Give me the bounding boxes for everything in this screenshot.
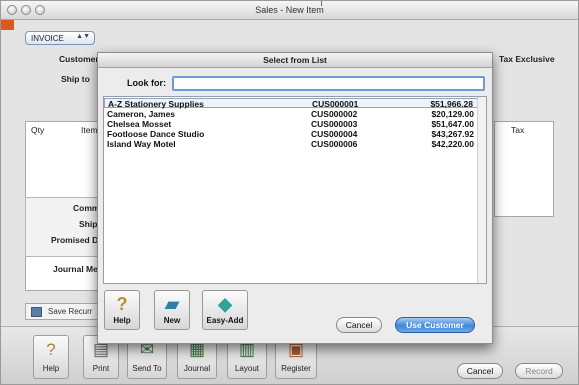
customer-label: Customer (59, 54, 99, 64)
list-item[interactable]: Island Way Motel CUS000006 $42,220.00 (104, 139, 486, 149)
customer-id: CUS000001 (312, 99, 359, 109)
help-button[interactable]: ? Help (33, 335, 69, 379)
easy-add-label: Easy-Add (206, 316, 244, 325)
use-customer-button[interactable]: Use Customer (395, 317, 475, 333)
dialog-title: Select from List (98, 53, 492, 68)
register-label: Register (281, 364, 311, 373)
dialog-help-button[interactable]: ? Help (104, 290, 140, 330)
easy-add-button[interactable]: ◆ Easy-Add (202, 290, 248, 330)
list-item[interactable]: Chelsea Mosset CUS000003 $51,647.00 (104, 119, 486, 129)
cancel-sale-button[interactable]: Cancel (457, 363, 503, 379)
new-card-icon: ▰ (165, 294, 179, 314)
customer-name: A-Z Stationery Supplies (108, 99, 204, 109)
comment-label: Comm (73, 203, 100, 213)
question-mark-icon: ? (46, 340, 56, 359)
help-label: Help (42, 364, 60, 373)
title-bar: Sales - New Item (1, 1, 578, 20)
ship-to-label: Ship to (61, 74, 90, 84)
customer-balance: $42,220.00 (431, 139, 474, 149)
list-scrollbar[interactable] (477, 97, 486, 283)
customer-list[interactable]: A-Z Stationery Supplies CUS000001 $51,96… (103, 96, 487, 284)
invoice-type-select[interactable]: INVOICE ▲▼ (25, 31, 95, 45)
customer-id: CUS000006 (311, 139, 358, 149)
customer-id: CUS000003 (311, 119, 358, 129)
layout-label: Layout (234, 364, 260, 373)
customer-name: Footloose Dance Studio (107, 129, 205, 139)
window-title: Sales - New Item (255, 5, 324, 15)
new-button[interactable]: ▰ New (154, 290, 190, 330)
customer-balance: $20,129.00 (431, 109, 474, 119)
print-label: Print (92, 364, 110, 373)
customer-name: Island Way Motel (107, 139, 176, 149)
record-button[interactable]: Record (515, 363, 563, 379)
orange-marker (1, 20, 14, 30)
select-from-list-dialog: Select from List Look for: A-Z Stationer… (97, 52, 493, 344)
list-item[interactable]: A-Z Stationery Supplies CUS000001 $51,96… (104, 98, 486, 109)
look-for-label: Look for: (127, 78, 166, 88)
journal-label: Journal (183, 364, 211, 373)
easy-add-icon: ◆ (218, 294, 232, 314)
journal-memo-label: Journal Me (53, 264, 98, 274)
list-item[interactable]: Footloose Dance Studio CUS000004 $43,267… (104, 129, 486, 139)
save-recurring-label: Save Recurr (48, 307, 93, 316)
customer-id: CUS000002 (311, 109, 358, 119)
qty-column-header: Qty (31, 125, 45, 135)
look-for-input[interactable] (172, 76, 485, 91)
question-mark-icon: ? (116, 294, 128, 314)
ship-via-label: Ship (79, 219, 98, 229)
item-column-header: Item (81, 125, 98, 135)
customer-id: CUS000004 (311, 129, 358, 139)
tax-column-box (494, 121, 554, 217)
send-to-label: Send To (132, 364, 162, 373)
list-item[interactable]: Cameron, James CUS000002 $20,129.00 (104, 109, 486, 119)
customer-balance: $43,267.92 (431, 129, 474, 139)
popup-arrows-icon: ▲▼ (76, 33, 90, 40)
top-divider (321, 1, 322, 6)
invoice-type-value: INVOICE (31, 34, 64, 43)
tax-exclusive-label: Tax Exclusive (499, 54, 555, 64)
save-recurring-button[interactable]: Save Recurr (25, 303, 105, 320)
tax-column-header: Tax (511, 125, 525, 135)
customer-name: Cameron, James (107, 109, 176, 119)
customer-name: Chelsea Mosset (107, 119, 172, 129)
dialog-cancel-button[interactable]: Cancel (336, 317, 382, 333)
save-recurring-icon (31, 307, 42, 317)
customer-balance: $51,647.00 (431, 119, 474, 129)
customer-balance: $51,966.28 (430, 99, 473, 109)
dialog-help-label: Help (113, 316, 131, 325)
promised-date-label: Promised D (51, 235, 99, 245)
new-label: New (163, 316, 181, 325)
